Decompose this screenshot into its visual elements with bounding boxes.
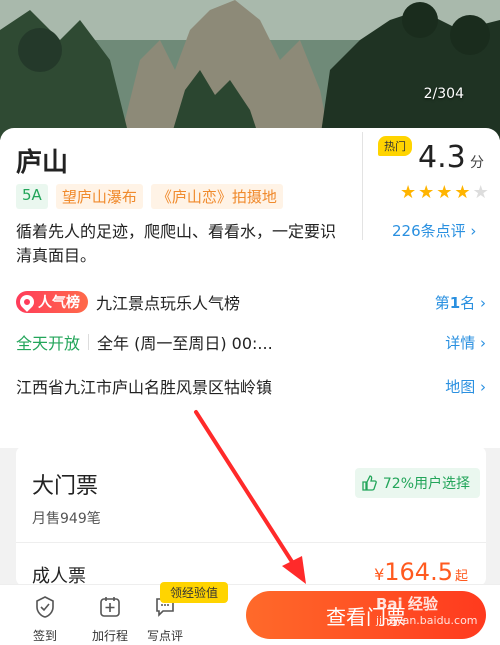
experience-badge: 领经验值 (160, 582, 229, 603)
watermark-brand: Bai 经验 (376, 595, 438, 613)
popularity-badge: 人气榜 (16, 291, 88, 313)
tag-film-location: 《庐山恋》拍摄地 (150, 184, 283, 209)
user-pick-label: 72%用户选择 (382, 476, 470, 492)
address-text: 江西省九江市庐山名胜风景区牯岭镇 (16, 378, 273, 397)
rank-number: 1 (449, 293, 461, 312)
rank-row[interactable]: 人气榜 九江景点玩乐人气榜 第1名 › (16, 288, 486, 316)
price-suffix: 起 (454, 569, 468, 584)
checkin-label: 签到 (32, 629, 57, 643)
rating-unit: 分 (470, 155, 484, 171)
watermark-url: jingyan.baidu.com (376, 614, 478, 627)
price-amount: 164.5 (384, 558, 453, 586)
rank-prefix: 第 (434, 293, 450, 312)
open-status: 全天开放 (16, 334, 81, 353)
bottom-action-bar: 签到 加行程 写点评 领经验值 查看门票 Bai 经验 jingyan.baid… (0, 582, 500, 645)
rating-score: 4.3 (418, 140, 466, 175)
divider (16, 542, 486, 543)
add-trip-button[interactable]: 加行程 (85, 595, 135, 644)
add-trip-label: 加行程 (91, 629, 128, 643)
adult-ticket-price: ¥ 164.5 起 (374, 558, 468, 586)
watermark: Bai 经验 jingyan.baidu.com (376, 593, 478, 627)
opening-hours-row[interactable]: 全天开放 全年 (周一至周日) 00:... 详情 › (16, 328, 486, 356)
rank-suffix: 名 › (460, 293, 486, 312)
flame-icon (17, 292, 37, 312)
attraction-info-card: 庐山 5A 望庐山瀑布 《庐山恋》拍摄地 循着先人的足迹，爬爬山、看看水，一定要… (0, 128, 500, 448)
user-pick-badge: 72%用户选择 (354, 468, 480, 498)
map-link[interactable]: 地图 › (445, 376, 486, 397)
tag-waterfall: 望庐山瀑布 (55, 184, 143, 209)
open-hours: 全年 (周一至周日) 00:... (97, 334, 273, 353)
attraction-description: 循着先人的足迹，爬爬山、看看水，一定要识清真面目。 (16, 222, 337, 265)
star-icon: ★ (418, 182, 435, 203)
rating-stars: ★ ★ ★ ★ ★ (400, 182, 489, 203)
details-link[interactable]: 详情 › (445, 332, 486, 353)
divider (88, 334, 90, 350)
divider (362, 132, 363, 240)
price-currency: ¥ (374, 565, 385, 584)
checkin-icon (36, 596, 54, 618)
attraction-title: 庐山 (16, 148, 69, 178)
tag-rating-level: 5A (16, 184, 48, 209)
hot-badge: 热门 (378, 136, 412, 156)
mountain-illustration (0, 0, 500, 140)
monthly-sales: 月售949笔 (32, 511, 101, 527)
star-icon: ★ (436, 182, 453, 203)
reviews-link[interactable]: 226条点评 › (392, 220, 476, 241)
add-trip-icon (100, 597, 120, 617)
rank-link[interactable]: 第1名 › (435, 292, 486, 313)
checkin-button[interactable]: 签到 (20, 595, 70, 644)
star-empty-icon: ★ (472, 182, 489, 203)
hero-image[interactable]: 2/304 (0, 0, 500, 140)
popularity-badge-label: 人气榜 (38, 295, 80, 311)
write-review-label: 写点评 (146, 629, 183, 643)
address-row[interactable]: 江西省九江市庐山名胜风景区牯岭镇 地图 › (16, 372, 486, 400)
ticket-section: 大门票 月售949笔 72%用户选择 成人票 ¥ 164.5 起 (16, 446, 486, 587)
star-icon: ★ (454, 182, 471, 203)
rank-title: 九江景点玩乐人气榜 (96, 294, 241, 313)
thumbs-up-icon (362, 475, 377, 491)
ticket-title: 大门票 (32, 474, 99, 499)
tag-list: 5A 望庐山瀑布 《庐山恋》拍摄地 (16, 184, 283, 209)
image-counter: 2/304 (423, 86, 464, 102)
star-icon: ★ (400, 182, 417, 203)
